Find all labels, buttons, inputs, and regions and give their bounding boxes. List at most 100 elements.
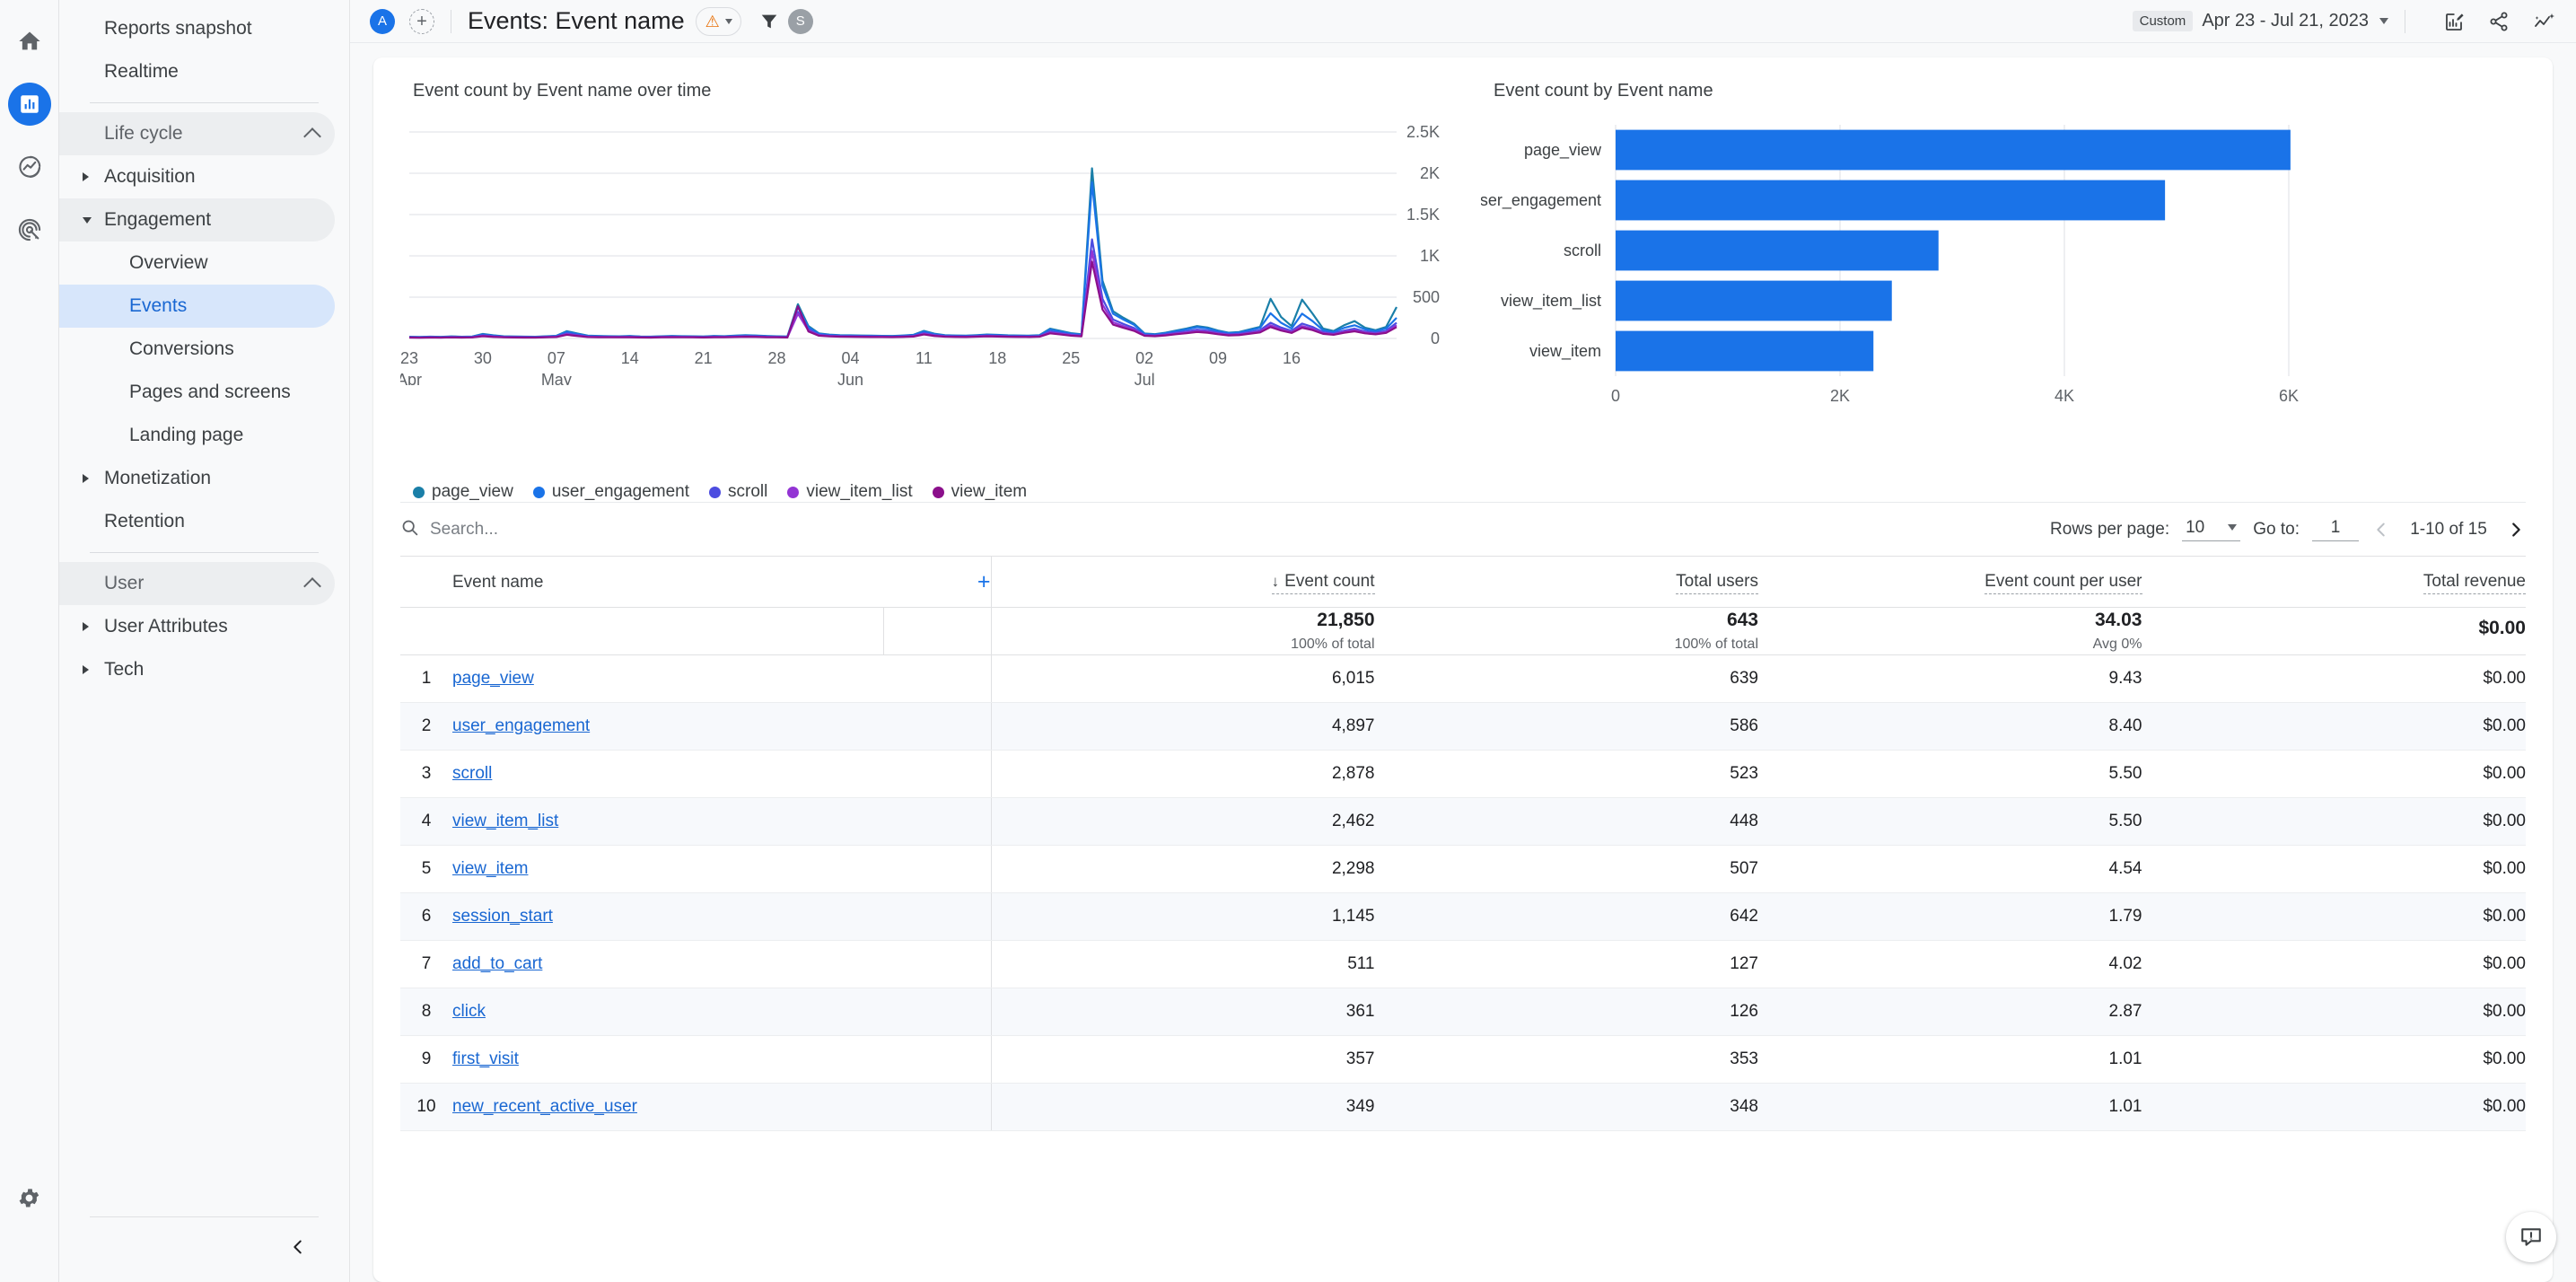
- legend-dot: [532, 486, 545, 498]
- report-content: Event count by Event name over time 0 500…: [350, 43, 2576, 1282]
- next-page-button[interactable]: [2506, 520, 2526, 540]
- table-row[interactable]: 5 view_item 2,298 507 4.54 $0.00: [400, 845, 2526, 893]
- table-row[interactable]: 7 add_to_cart 511 127 4.02 $0.00: [400, 940, 2526, 988]
- legend-item-scroll[interactable]: scroll: [709, 482, 767, 502]
- advertising-icon[interactable]: [8, 208, 51, 251]
- line-series-view_item_list: [408, 250, 1398, 339]
- event-name-link[interactable]: click: [452, 1002, 486, 1021]
- row-event-name[interactable]: user_engagement: [452, 702, 883, 751]
- nav-item-events[interactable]: Events: [59, 285, 335, 328]
- row-event-name[interactable]: click: [452, 988, 883, 1036]
- search-input[interactable]: [430, 519, 753, 540]
- row-event-name[interactable]: add_to_cart: [452, 940, 883, 988]
- rows-per-page-select[interactable]: 10: [2182, 518, 2241, 541]
- search-box[interactable]: [400, 518, 753, 541]
- event-name-link[interactable]: session_start: [452, 907, 553, 926]
- bar-chart[interactable]: 0 2K 4K 6K page_view user_engagement scroll vie…: [1471, 116, 2526, 475]
- event-name-link[interactable]: add_to_cart: [452, 954, 542, 973]
- edit-report-icon[interactable]: [2443, 11, 2465, 32]
- insights-icon[interactable]: [2533, 11, 2556, 32]
- event-name-link[interactable]: view_item_list: [452, 812, 558, 830]
- share-icon[interactable]: [2488, 11, 2510, 32]
- table-row[interactable]: 3 scroll 2,878 523 5.50 $0.00: [400, 750, 2526, 798]
- nav-item-acquisition[interactable]: Acquisition: [59, 155, 335, 198]
- date-range-selector[interactable]: Apr 23 - Jul 21, 2023: [2202, 11, 2369, 31]
- row-event-name[interactable]: view_item_list: [452, 797, 883, 846]
- column-total-revenue[interactable]: Total revenue: [2142, 556, 2526, 608]
- nav-item-reports-snapshot[interactable]: Reports snapshot: [59, 7, 335, 50]
- home-icon[interactable]: [8, 20, 51, 63]
- row-event-name[interactable]: page_view: [452, 654, 883, 703]
- add-comparison-button[interactable]: +: [409, 8, 434, 34]
- table-row[interactable]: 2 user_engagement 4,897 586 8.40 $0.00: [400, 702, 2526, 751]
- chevron-down-icon[interactable]: [2379, 18, 2388, 24]
- nav-section-life-cycle[interactable]: Life cycle: [59, 112, 335, 155]
- nav-item-tech[interactable]: Tech: [59, 648, 335, 691]
- comparison-chip-avatar[interactable]: A: [370, 8, 395, 34]
- row-event-name[interactable]: scroll: [452, 750, 883, 798]
- table-row[interactable]: 1 page_view 6,015 639 9.43 $0.00: [400, 654, 2526, 703]
- table-row[interactable]: 8 click 361 126 2.87 $0.00: [400, 988, 2526, 1036]
- filter-icon[interactable]: [759, 12, 779, 31]
- svg-text:0: 0: [1611, 387, 1620, 405]
- legend-item-view-item-list[interactable]: view_item_list: [787, 482, 913, 502]
- segment-avatar[interactable]: S: [787, 8, 813, 34]
- row-count-per-user: 4.54: [1758, 845, 2142, 893]
- table-row[interactable]: 4 view_item_list 2,462 448 5.50 $0.00: [400, 797, 2526, 846]
- nav-item-conversions[interactable]: Conversions: [59, 328, 335, 371]
- report-card: Event count by Event name over time 0 500…: [373, 57, 2553, 1282]
- legend-item-page-view[interactable]: page_view: [413, 482, 513, 502]
- row-event-name[interactable]: view_item: [452, 845, 883, 893]
- table-row[interactable]: 10 new_recent_active_user 349 348 1.01 $0.00: [400, 1083, 2526, 1131]
- previous-page-button[interactable]: [2371, 520, 2391, 540]
- nav-section-user[interactable]: User: [59, 562, 335, 605]
- legend-label: scroll: [728, 482, 768, 501]
- chevron-down-icon: [724, 18, 732, 24]
- nav-item-overview[interactable]: Overview: [59, 241, 335, 285]
- table-section: Rows per page: 10 Go to: 1-10 of 15: [373, 502, 2553, 1131]
- legend-dot: [932, 486, 944, 498]
- event-name-link[interactable]: new_recent_active_user: [452, 1097, 637, 1116]
- column-event-name[interactable]: Event name: [452, 556, 883, 608]
- nav-item-monetization[interactable]: Monetization: [59, 457, 335, 500]
- row-event-name[interactable]: session_start: [452, 892, 883, 941]
- nav-label: Monetization: [104, 468, 212, 488]
- row-total-revenue: $0.00: [2142, 750, 2526, 798]
- event-name-link[interactable]: user_engagement: [452, 716, 590, 735]
- row-event-name[interactable]: new_recent_active_user: [452, 1083, 883, 1131]
- reports-icon[interactable]: [7, 83, 51, 126]
- line-chart[interactable]: 0 500 1K 1.5K 2K 2.5K 23 Apr 30 07 May 14 21 28 04 Jun 1…: [400, 116, 1445, 475]
- table-header-row: Event name + ↓ Event count Total users E…: [400, 556, 2526, 608]
- data-warning-chip[interactable]: ⚠: [695, 6, 741, 36]
- column-total-users[interactable]: Total users: [1374, 556, 1758, 608]
- column-event-count[interactable]: ↓ Event count: [991, 556, 1375, 608]
- event-name-link[interactable]: view_item: [452, 859, 528, 878]
- nav-item-landing-page[interactable]: Landing page: [59, 414, 335, 457]
- column-event-count-per-user[interactable]: Event count per user: [1758, 556, 2142, 608]
- collapse-navigation-button[interactable]: [286, 1235, 310, 1259]
- table-row[interactable]: 6 session_start 1,145 642 1.79 $0.00: [400, 892, 2526, 941]
- nav-item-realtime[interactable]: Realtime: [59, 50, 335, 93]
- nav-label: Retention: [104, 511, 185, 531]
- nav-item-engagement[interactable]: Engagement: [59, 198, 335, 241]
- event-name-link[interactable]: scroll: [452, 764, 492, 783]
- legend-item-view-item[interactable]: view_item: [932, 482, 1027, 502]
- event-name-link[interactable]: first_visit: [452, 1049, 519, 1068]
- legend-item-user-engagement[interactable]: user_engagement: [532, 482, 689, 502]
- add-dimension-button[interactable]: +: [977, 569, 991, 594]
- row-count-per-user: 1.79: [1758, 892, 2142, 941]
- nav-item-user-attributes[interactable]: User Attributes: [59, 605, 335, 648]
- event-name-link[interactable]: page_view: [452, 669, 534, 688]
- goto-page-input[interactable]: [2312, 517, 2359, 541]
- nav-item-pages-and-screens[interactable]: Pages and screens: [59, 371, 335, 414]
- feedback-button[interactable]: [2506, 1212, 2556, 1262]
- table-row[interactable]: 9 first_visit 357 353 1.01 $0.00: [400, 1035, 2526, 1084]
- nav-item-retention[interactable]: Retention: [59, 500, 335, 543]
- totals-count-per-user: 34.03 Avg 0%: [1758, 607, 2142, 655]
- warning-triangle-icon: ⚠: [705, 12, 720, 31]
- row-total-revenue: $0.00: [2142, 654, 2526, 703]
- totals-subtext: 100% of total: [1674, 637, 1758, 652]
- gear-icon[interactable]: [8, 1176, 51, 1219]
- explore-icon[interactable]: [8, 145, 51, 189]
- row-event-name[interactable]: first_visit: [452, 1035, 883, 1084]
